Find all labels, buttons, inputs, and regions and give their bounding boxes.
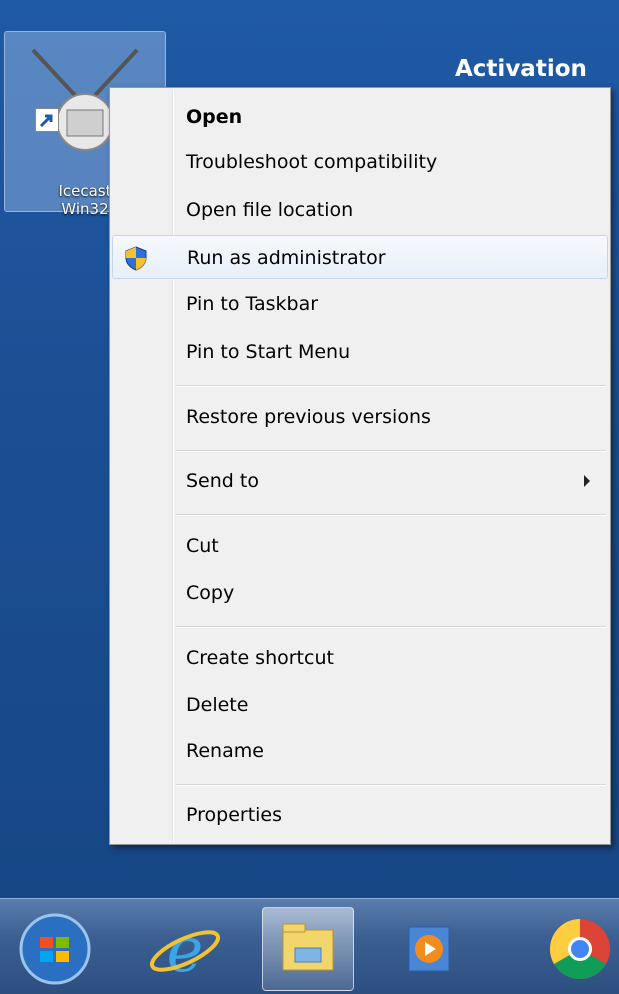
svg-text:e: e: [167, 913, 204, 986]
menu-item-delete[interactable]: Delete: [112, 683, 608, 727]
internet-explorer-icon: e: [149, 913, 221, 986]
start-orb-icon: [19, 913, 91, 985]
file-explorer-icon: [282, 923, 334, 971]
taskbar: e: [0, 898, 619, 994]
menu-item-run-as-administrator[interactable]: Run as administrator: [112, 235, 608, 279]
menu-item-label: Copy: [186, 582, 235, 604]
taskbar-chrome[interactable]: [535, 907, 619, 989]
menu-item-label: Pin to Start Menu: [186, 341, 351, 363]
menu-separator: [176, 514, 606, 516]
menu-separator: [176, 784, 606, 786]
menu-separator: [176, 626, 606, 628]
submenu-arrow-icon: [584, 475, 590, 487]
taskbar-media-player[interactable]: [385, 907, 475, 989]
menu-item-label: Send to: [186, 470, 259, 492]
menu-item-label: Open file location: [186, 199, 354, 221]
uac-shield-icon: [125, 246, 147, 271]
media-player-icon: [408, 926, 450, 972]
shortcut-arrow-icon: [35, 108, 59, 132]
menu-item-create-shortcut[interactable]: Create shortcut: [112, 636, 608, 680]
menu-separator: [176, 385, 606, 387]
menu-item-label: Pin to Taskbar: [186, 293, 319, 315]
start-button[interactable]: [10, 907, 100, 989]
menu-item-label: Cut: [186, 535, 219, 557]
menu-item-label: Restore previous versions: [186, 406, 431, 428]
chrome-icon: [549, 919, 610, 980]
menu-item-open[interactable]: Open: [112, 95, 608, 139]
menu-item-restore-previous-versions[interactable]: Restore previous versions: [112, 395, 608, 439]
menu-item-open-file-location[interactable]: Open file location: [112, 188, 608, 232]
menu-item-label: Rename: [186, 740, 264, 762]
context-menu: Open Troubleshoot compatibility Open fil…: [109, 87, 611, 845]
menu-item-rename[interactable]: Rename: [112, 729, 608, 773]
menu-item-properties[interactable]: Properties: [112, 793, 608, 837]
menu-item-pin-to-start-menu[interactable]: Pin to Start Menu: [112, 330, 608, 374]
activation-heading: Activation: [455, 56, 587, 82]
menu-separator: [176, 450, 606, 452]
menu-item-label: Create shortcut: [186, 647, 334, 669]
menu-item-copy[interactable]: Copy: [112, 571, 608, 615]
menu-item-label: Troubleshoot compatibility: [186, 151, 438, 173]
menu-item-send-to[interactable]: Send to: [112, 459, 608, 503]
menu-item-label: Run as administrator: [187, 247, 386, 269]
menu-item-cut[interactable]: Cut: [112, 524, 608, 568]
menu-item-troubleshoot-compatibility[interactable]: Troubleshoot compatibility: [112, 140, 608, 184]
menu-item-label: Delete: [186, 694, 249, 716]
menu-item-label: Open: [186, 106, 243, 128]
menu-item-label: Properties: [186, 804, 283, 826]
taskbar-internet-explorer[interactable]: e: [140, 907, 230, 989]
taskbar-file-explorer[interactable]: [262, 907, 354, 991]
menu-item-pin-to-taskbar[interactable]: Pin to Taskbar: [112, 282, 608, 326]
